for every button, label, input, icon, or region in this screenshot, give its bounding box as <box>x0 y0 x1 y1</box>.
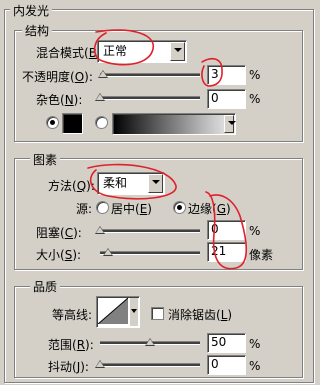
choke-input[interactable]: 0 <box>207 220 246 240</box>
choke-slider-thumb[interactable] <box>95 226 105 234</box>
jitter-slider-track[interactable] <box>100 363 200 367</box>
elements-legend: 图素 <box>30 151 61 168</box>
range-slider-thumb[interactable] <box>145 338 155 346</box>
inner-glow-title: 内发光 <box>10 2 53 19</box>
anti-alias-checkbox[interactable] <box>151 307 164 320</box>
size-value: 21 <box>211 244 227 258</box>
noise-slider-thumb[interactable] <box>95 93 105 101</box>
size-slider-track[interactable] <box>100 251 200 255</box>
noise-label: 杂色(N): <box>36 93 83 107</box>
jitter-input[interactable]: 0 <box>207 355 246 375</box>
size-input[interactable]: 21 <box>207 242 246 262</box>
source-center-radio[interactable] <box>96 201 109 214</box>
chevron-down-icon[interactable] <box>130 298 138 326</box>
method-label: 方法(Q): <box>48 179 95 193</box>
opacity-value: 3 <box>211 67 219 81</box>
jitter-slider-thumb[interactable] <box>95 360 105 368</box>
range-label: 范围(R): <box>48 338 94 352</box>
source-label: 源: <box>76 202 93 216</box>
opacity-label: 不透明度(O): <box>22 70 93 84</box>
gradient-picker[interactable] <box>112 113 236 135</box>
noise-unit: % <box>249 92 261 106</box>
quality-legend: 品质 <box>30 278 61 295</box>
choke-unit: % <box>249 224 261 238</box>
opacity-unit: % <box>249 68 261 82</box>
opacity-input[interactable]: 3 <box>207 65 246 85</box>
fill-gradient-radio[interactable] <box>95 116 108 129</box>
chevron-down-icon[interactable] <box>170 42 185 61</box>
color-swatch[interactable] <box>62 113 83 134</box>
contour-label: 等高线: <box>52 308 93 322</box>
source-center-label[interactable]: 居中(E) <box>111 200 152 217</box>
jitter-value: 0 <box>211 357 219 371</box>
contour-picker[interactable] <box>96 296 140 328</box>
blend-mode-dropdown[interactable]: 正常 <box>97 40 187 63</box>
source-edge-radio[interactable] <box>173 201 186 214</box>
blend-mode-label: 混合模式(B): <box>36 46 106 60</box>
range-value: 50 <box>211 335 227 349</box>
size-label: 大小(S): <box>36 248 82 262</box>
fill-color-radio[interactable] <box>46 116 59 129</box>
method-dropdown[interactable]: 柔和 <box>97 172 165 195</box>
blend-mode-value: 正常 <box>103 44 128 58</box>
choke-label: 阻塞(C): <box>36 226 82 240</box>
size-slider-thumb[interactable] <box>103 248 113 256</box>
size-unit: 像素 <box>249 248 274 262</box>
source-edge-label[interactable]: 边缘(G) <box>188 200 231 217</box>
jitter-unit: % <box>249 359 261 373</box>
range-unit: % <box>249 337 261 351</box>
anti-alias-label[interactable]: 消除锯齿(L) <box>168 306 232 323</box>
opacity-slider-thumb[interactable] <box>98 70 108 78</box>
structure-legend: 结构 <box>22 22 53 39</box>
choke-slider-track[interactable] <box>100 229 200 233</box>
noise-slider-track[interactable] <box>100 96 200 100</box>
jitter-label: 抖动(J): <box>48 360 89 374</box>
contour-curve-icon <box>98 298 128 324</box>
chevron-down-icon[interactable] <box>224 115 236 133</box>
chevron-down-icon[interactable] <box>148 174 163 193</box>
range-input[interactable]: 50 <box>207 333 246 353</box>
choke-value: 0 <box>211 222 219 236</box>
method-value: 柔和 <box>103 176 128 190</box>
opacity-slider-track[interactable] <box>100 73 200 77</box>
noise-input[interactable]: 0 <box>207 89 246 109</box>
noise-value: 0 <box>211 91 219 105</box>
